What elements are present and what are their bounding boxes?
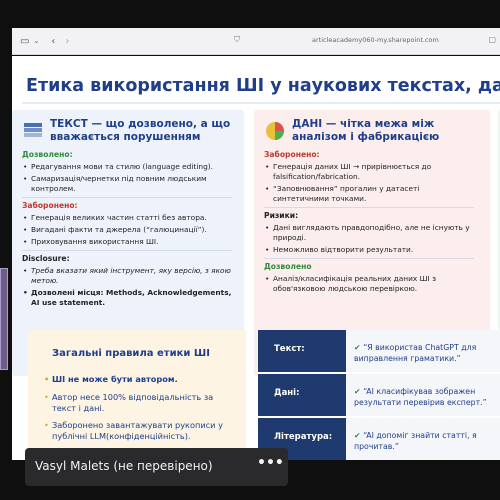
ethics-rules-box: Загальні правила етики ШІ ШІ не може бут…	[28, 330, 246, 460]
row-value: “AI класифікував зображен результати пер…	[354, 387, 487, 407]
list-item: “Заповнювання” прогалин у датасеті синте…	[264, 184, 474, 204]
title-divider	[22, 102, 500, 104]
check-icon: ✔	[354, 387, 364, 396]
list-item: Треба вказати який інструмент, яку версі…	[22, 266, 232, 286]
rule-item: ШІ не може бути автором.	[44, 374, 232, 385]
text-card-title-line2: вважається порушенням	[50, 131, 201, 143]
list-item: Вигадані факти та джерела (“галюцинації”…	[22, 225, 232, 235]
document-stack-icon	[24, 123, 42, 137]
list-item: Генерація великих частин статті без авто…	[22, 213, 232, 223]
sidebar-toggle-icon[interactable]: ▭	[20, 36, 29, 47]
table-row: Література: ✔ “AI допоміг знайти статті,…	[258, 418, 500, 460]
share-icon[interactable]: ▢	[488, 35, 496, 44]
shield-icon: ⛉	[234, 35, 240, 44]
disclosure-examples-table: Текст: ✔ “Я використав ChatGPT для випра…	[258, 330, 500, 460]
forbidden-label: Заборонено:	[264, 150, 320, 159]
presenter-name-bar: Vasyl Malets (не перевірено) •••	[25, 448, 288, 486]
rule-item: Заборонено завантажувати рукописи у публ…	[44, 420, 232, 442]
text-card-title-line1: ТЕКСТ — що дозволено, а що	[50, 118, 231, 130]
presenter-name: Vasyl Malets (не перевірено)	[35, 459, 213, 473]
list-item: Неможливо відтворити результати.	[264, 245, 474, 255]
chevron-right-icon[interactable]: ›	[65, 36, 69, 47]
rule-item: Автор несе 100% відповідальність за текс…	[44, 392, 232, 414]
row-value: “Я використав ChatGPT для виправлення гр…	[354, 343, 477, 363]
allowed-label: Дозволено	[264, 262, 312, 271]
forbidden-label: Заборонено:	[22, 201, 78, 210]
row-key: Текст:	[258, 330, 346, 372]
list-item: Аналіз/класифікація реальних даних ШІ з …	[264, 274, 474, 294]
list-item: Генерація даних ШІ → прирівнюється до fa…	[264, 162, 474, 182]
chevron-left-icon[interactable]: ‹	[51, 36, 55, 47]
disclosure-label: Disclosure:	[22, 254, 70, 263]
more-options-icon[interactable]: •••	[257, 455, 284, 471]
risks-label: Ризики:	[264, 211, 299, 220]
list-item: Дані виглядають правдоподібно, але не іс…	[264, 223, 474, 243]
pie-chart-icon	[266, 122, 284, 140]
list-item: Редагування мови та стилю (language edit…	[22, 162, 232, 172]
list-item: Самаризація/чернетки під повним людським…	[22, 174, 232, 194]
browser-toolbar: ▭ ⌄ ‹ › ⛉ articleacademy060-my.sharepoin…	[12, 28, 500, 55]
address-bar[interactable]: articleacademy060-my.sharepoint.com	[312, 36, 439, 44]
table-row: Дані: ✔ “AI класифікував зображен резуль…	[258, 374, 500, 418]
presentation-slide: Етика використання ШІ у наукових текстах…	[12, 56, 500, 460]
data-card-title-line2: аналізом і фабрикацією	[292, 131, 440, 143]
check-icon: ✔	[354, 343, 364, 352]
list-item: Приховування використання ШІ.	[22, 237, 232, 247]
check-icon: ✔	[354, 431, 364, 440]
row-value: “AI допоміг знайти статті, я прочитав.”	[354, 431, 477, 451]
chevron-down-icon[interactable]: ⌄	[33, 37, 39, 45]
data-card-title-line1: ДАНІ — чітка межа між	[292, 118, 435, 130]
allowed-label: Дозволено:	[22, 150, 73, 159]
row-key: Дані:	[258, 374, 346, 416]
list-item: Дозволені місця: Methods, Acknowledgemen…	[22, 288, 232, 308]
rules-title: Загальні правила етики ШІ	[52, 348, 210, 359]
meeting-screen: ▭ ⌄ ‹ › ⛉ articleacademy060-my.sharepoin…	[0, 0, 500, 500]
table-row: Текст: ✔ “Я використав ChatGPT для випра…	[258, 330, 500, 374]
participant-video-thumbnail[interactable]	[0, 268, 8, 370]
slide-title: Етика використання ШІ у наукових текстах…	[26, 76, 500, 96]
